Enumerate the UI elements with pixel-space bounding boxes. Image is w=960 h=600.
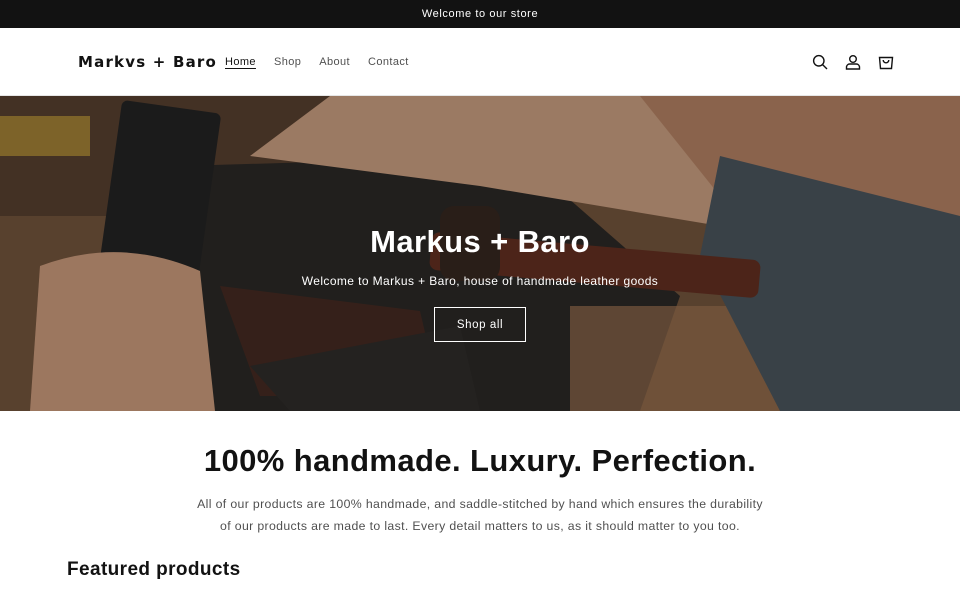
announcement-bar: Welcome to our store [0,0,960,28]
header-icons [812,54,894,70]
hero-banner: Markus + Baro Welcome to Markus + Baro, … [0,96,960,411]
cart-icon[interactable] [878,54,894,70]
rich-text-body: All of our products are 100% handmade, a… [197,497,763,533]
hero-content: Markus + Baro Welcome to Markus + Baro, … [0,224,960,342]
nav-about[interactable]: About [319,56,350,68]
hero-title: Markus + Baro [370,224,590,259]
search-icon[interactable] [812,54,828,70]
announcement-text: Welcome to our store [421,8,539,20]
store-logo[interactable]: Markvs + Baro [78,53,225,71]
account-icon[interactable] [845,54,861,70]
nav-shop[interactable]: Shop [274,56,301,68]
featured-products-heading: Featured products [67,559,241,580]
shop-all-button[interactable]: Shop all [434,307,526,342]
rich-text-section: 100% handmade. Luxury. Perfection. All o… [0,411,960,537]
hero-subtitle: Welcome to Markus + Baro, house of handm… [301,274,659,288]
site-header: Markvs + Baro Home Shop About Contact [0,28,960,96]
main-nav: Home Shop About Contact [225,56,409,68]
rich-text-heading: 100% handmade. Luxury. Perfection. [203,443,757,478]
nav-home[interactable]: Home [225,56,256,68]
nav-contact[interactable]: Contact [368,56,409,68]
